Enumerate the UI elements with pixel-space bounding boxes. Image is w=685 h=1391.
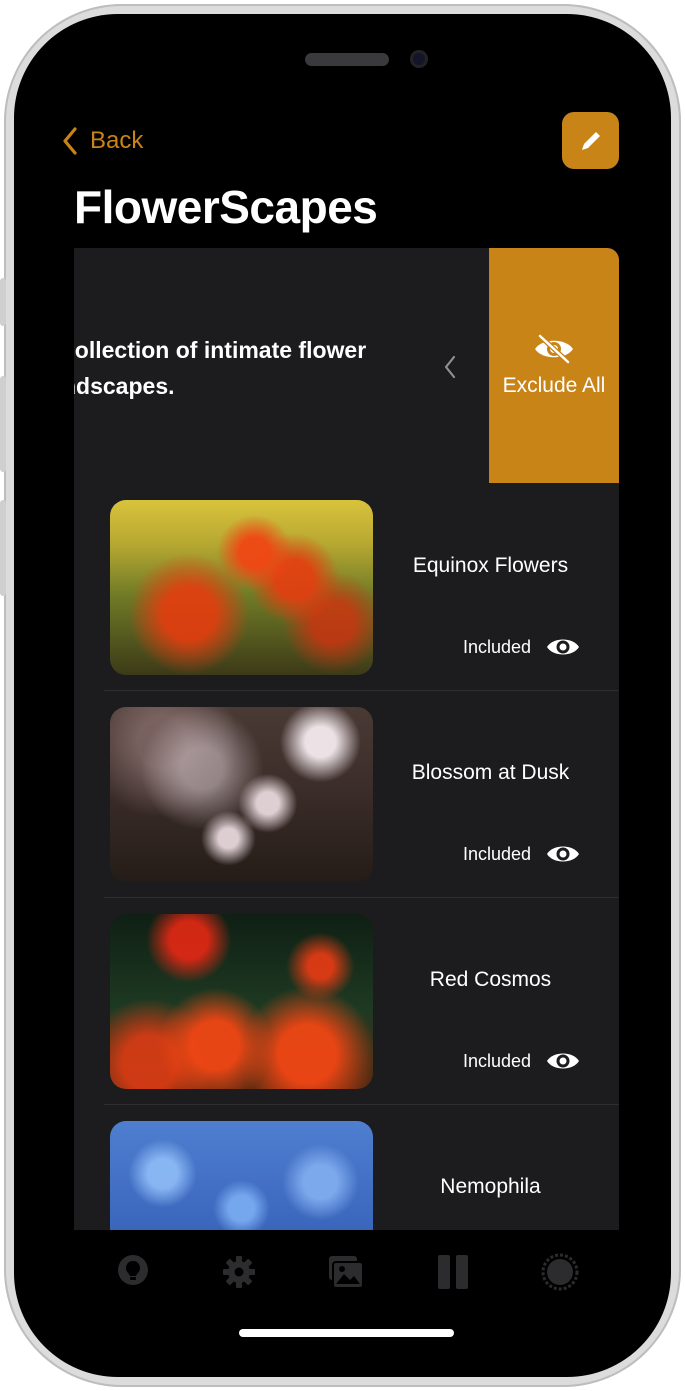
circle-icon	[541, 1253, 579, 1291]
item-title: Blossom at Dusk	[411, 761, 570, 784]
photo-thumbnail	[110, 500, 373, 675]
tab-pause[interactable]	[433, 1252, 473, 1292]
eye-slash-icon	[535, 333, 573, 364]
inclusion-toggle[interactable]: Included	[463, 635, 581, 659]
pencil-icon	[581, 131, 600, 150]
tab-settings[interactable]	[219, 1252, 259, 1292]
side-button	[0, 278, 6, 326]
inclusion-toggle[interactable]: Included	[463, 1049, 581, 1073]
edit-button[interactable]	[562, 112, 619, 169]
inclusion-toggle[interactable]: Included	[463, 842, 581, 866]
chevron-left-icon	[444, 355, 456, 379]
photo-thumbnail	[110, 914, 373, 1089]
side-button	[0, 376, 6, 472]
gear-icon	[223, 1256, 255, 1288]
status-label: Included	[462, 843, 531, 864]
tab-bar	[74, 1230, 619, 1315]
tab-photos[interactable]	[326, 1252, 366, 1292]
status-label: Included	[462, 1050, 531, 1071]
list-item[interactable]: Equinox Flowers Included	[74, 484, 619, 691]
photo-thumbnail	[110, 707, 373, 882]
description-line: collection of intimate flower	[74, 337, 367, 363]
photo-thumbnail	[110, 1121, 373, 1230]
pause-icon	[438, 1255, 468, 1289]
list-item[interactable]: Nemophila	[74, 1105, 619, 1230]
item-title: Equinox Flowers	[412, 554, 569, 577]
description-text: collection of intimate flower ndscapes.	[74, 332, 482, 404]
description-row[interactable]: collection of intimate flower ndscapes. …	[74, 248, 619, 483]
tab-lightbulb[interactable]	[113, 1252, 153, 1292]
tab-circle[interactable]	[540, 1252, 580, 1292]
earpiece-speaker	[305, 53, 389, 66]
side-button	[0, 500, 6, 596]
exclude-all-button[interactable]: Exclude All	[489, 248, 619, 483]
eye-icon	[547, 639, 579, 655]
back-button[interactable]: Back	[62, 124, 143, 158]
back-label: Back	[90, 127, 144, 154]
chevron-left-icon	[63, 127, 77, 155]
item-title: Nemophila	[440, 1175, 541, 1198]
collection-panel: collection of intimate flower ndscapes. …	[74, 248, 619, 1230]
home-indicator[interactable]	[239, 1329, 454, 1337]
lightbulb-icon	[118, 1255, 148, 1285]
item-title: Red Cosmos	[429, 968, 552, 991]
photos-icon	[329, 1256, 364, 1289]
status-label: Included	[462, 636, 531, 657]
eye-icon	[547, 846, 579, 862]
list-item[interactable]: Red Cosmos Included	[74, 898, 619, 1105]
exclude-all-label: Exclude All	[502, 373, 606, 397]
page-title: FlowerScapes	[74, 181, 378, 233]
eye-icon	[547, 1053, 579, 1069]
description-line: ndscapes.	[74, 373, 175, 399]
front-camera	[410, 50, 428, 68]
list-item[interactable]: Blossom at Dusk Included	[74, 691, 619, 898]
